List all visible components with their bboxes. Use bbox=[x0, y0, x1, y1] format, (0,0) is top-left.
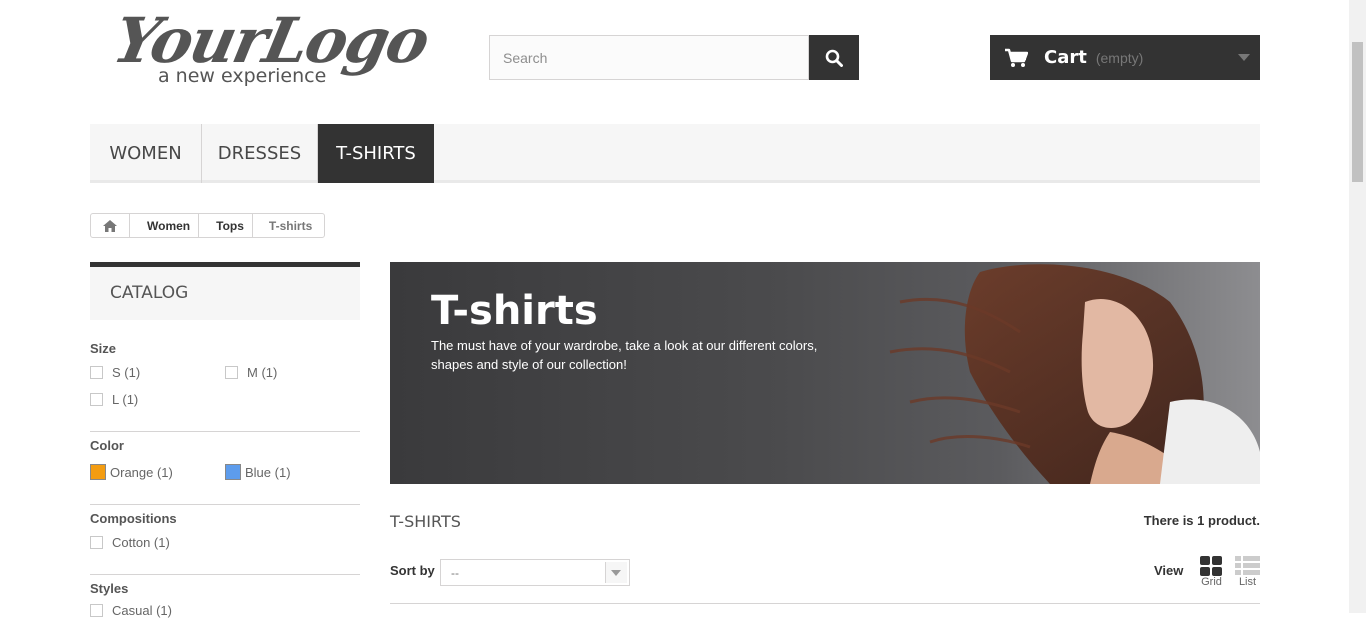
scrollbar-thumb[interactable] bbox=[1352, 42, 1363, 182]
filter-option-label: Cotton (1) bbox=[112, 535, 170, 550]
list-icon bbox=[1235, 556, 1260, 575]
category-banner: T-shirts The must have of your wardrobe,… bbox=[390, 262, 1260, 484]
filter-size-m[interactable]: M (1) bbox=[225, 365, 277, 380]
sort-label: Sort by bbox=[390, 563, 435, 578]
checkbox[interactable] bbox=[225, 366, 238, 379]
filter-composition-cotton[interactable]: Cotton (1) bbox=[90, 535, 170, 550]
menu-item-dresses[interactable]: DRESSES bbox=[202, 124, 318, 183]
filter-option-label: M (1) bbox=[247, 365, 278, 380]
color-swatch-orange[interactable] bbox=[90, 464, 106, 480]
search-input[interactable] bbox=[489, 35, 809, 80]
breadcrumb-tops[interactable]: Tops bbox=[199, 214, 253, 237]
count-suffix: product. bbox=[1204, 513, 1260, 528]
logo-tagline: a new experience bbox=[158, 65, 327, 87]
chevron-down-icon[interactable] bbox=[605, 562, 627, 583]
breadcrumb-current: T-shirts bbox=[268, 218, 313, 233]
catalog-header: CATALOG bbox=[90, 262, 360, 320]
filter-divider bbox=[90, 431, 360, 432]
view-list-button[interactable]: List bbox=[1235, 556, 1260, 588]
filter-divider bbox=[90, 504, 360, 505]
chevron-down-icon[interactable] bbox=[1238, 54, 1250, 61]
category-name: T-SHIRTS bbox=[390, 512, 461, 531]
filter-color-title: Color bbox=[90, 438, 124, 453]
checkbox[interactable] bbox=[90, 536, 103, 549]
sort-value: -- bbox=[451, 565, 459, 580]
checkbox[interactable] bbox=[90, 604, 103, 617]
menu-item-tshirts[interactable]: T-SHIRTS bbox=[318, 124, 434, 183]
search-icon bbox=[825, 49, 843, 67]
filter-option-label: S (1) bbox=[112, 365, 141, 380]
filter-size-title: Size bbox=[90, 341, 117, 356]
view-grid-label: Grid bbox=[1201, 576, 1222, 588]
view-grid-button[interactable]: Grid bbox=[1200, 556, 1223, 588]
filter-option-label: Blue (1) bbox=[245, 464, 291, 480]
model-photo bbox=[889, 264, 1260, 484]
search-form bbox=[489, 35, 859, 80]
filter-color-blue[interactable]: Blue (1) bbox=[225, 464, 291, 480]
menu-item-women[interactable]: WOMEN bbox=[90, 124, 202, 183]
filter-styles-title: Styles bbox=[90, 581, 129, 596]
cart-quantity: (empty) bbox=[1095, 49, 1144, 66]
search-button[interactable] bbox=[809, 35, 859, 80]
banner-title: T-shirts bbox=[431, 288, 598, 334]
filter-option-label: Casual (1) bbox=[112, 603, 172, 618]
color-swatch-blue[interactable] bbox=[225, 464, 241, 480]
catalog-title: CATALOG bbox=[110, 283, 189, 303]
breadcrumb-home[interactable] bbox=[91, 214, 130, 237]
filter-compositions-title: Compositions bbox=[90, 511, 177, 526]
filter-style-casual[interactable]: Casual (1) bbox=[90, 603, 172, 618]
checkbox[interactable] bbox=[90, 366, 103, 379]
filter-divider bbox=[90, 574, 360, 575]
filter-size-l[interactable]: L (1) bbox=[90, 392, 138, 407]
cart-button[interactable]: Cart (empty) bbox=[990, 35, 1260, 80]
main-menu: WOMEN DRESSES T-SHIRTS bbox=[90, 124, 1260, 183]
count-prefix: There is bbox=[1143, 513, 1198, 528]
filter-color-orange[interactable]: Orange (1) bbox=[90, 464, 173, 480]
cart-icon bbox=[1005, 48, 1028, 67]
site-logo[interactable]: YourLogo a new experience bbox=[107, 4, 434, 94]
product-count: There is 1 product. bbox=[1144, 513, 1260, 528]
banner-description: The must have of your wardrobe, take a l… bbox=[431, 338, 818, 372]
view-label: View bbox=[1154, 563, 1184, 578]
filter-size-s[interactable]: S (1) bbox=[90, 365, 140, 380]
checkbox[interactable] bbox=[90, 393, 103, 406]
cart-label: Cart bbox=[1044, 47, 1087, 68]
filter-option-label: L (1) bbox=[112, 392, 139, 407]
breadcrumb: Women Tops T-shirts bbox=[90, 213, 326, 238]
sort-select[interactable]: -- bbox=[440, 559, 630, 586]
divider bbox=[390, 603, 1260, 604]
page-scrollbar[interactable] bbox=[1349, 0, 1366, 613]
filter-option-label: Orange (1) bbox=[110, 464, 173, 480]
home-icon bbox=[103, 219, 117, 232]
grid-icon bbox=[1200, 556, 1222, 576]
view-list-label: List bbox=[1238, 576, 1257, 588]
breadcrumb-women[interactable]: Women bbox=[130, 214, 200, 237]
